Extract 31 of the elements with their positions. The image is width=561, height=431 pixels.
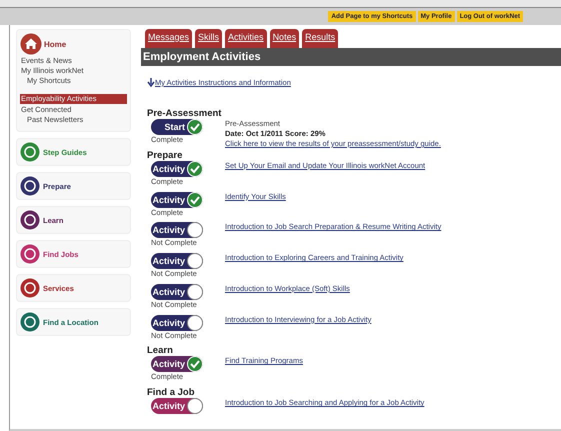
activity-button[interactable]: Activity [151, 314, 203, 331]
section-heading: Find a Job [147, 387, 196, 398]
tab[interactable]: Results [302, 29, 338, 48]
activity-button[interactable]: Activity [151, 284, 203, 300]
empty-circle-icon [187, 222, 203, 238]
tab[interactable]: Messages [145, 29, 192, 48]
check-icon [187, 160, 203, 177]
check-icon [187, 119, 203, 135]
tab[interactable]: Skills [195, 29, 222, 48]
home-link[interactable]: Home [44, 40, 66, 48]
empty-circle-icon [187, 314, 203, 331]
download-icon [147, 78, 155, 88]
activity-button[interactable]: Activity [151, 192, 203, 208]
home-icon [20, 33, 42, 55]
section-heading: Prepare [147, 150, 184, 161]
activity-button[interactable]: Activity [151, 160, 203, 177]
check-icon [187, 192, 203, 208]
section-heading: Pre-Assessment [147, 108, 222, 119]
page-title: Employment Activities [141, 48, 561, 66]
activity-button[interactable]: Start [151, 119, 203, 135]
activity-button[interactable]: Activity [151, 356, 203, 372]
activity-button[interactable]: Activity [151, 253, 203, 270]
empty-circle-icon [187, 284, 203, 300]
tab[interactable]: Activities [225, 29, 267, 48]
empty-circle-icon [187, 398, 203, 414]
empty-circle-icon [187, 253, 203, 270]
activity-button[interactable]: Activity [151, 398, 203, 414]
section-heading: Learn [147, 345, 174, 356]
activity-button[interactable]: Activity [151, 222, 203, 238]
tab[interactable]: Notes [270, 29, 300, 48]
check-icon [187, 356, 203, 372]
